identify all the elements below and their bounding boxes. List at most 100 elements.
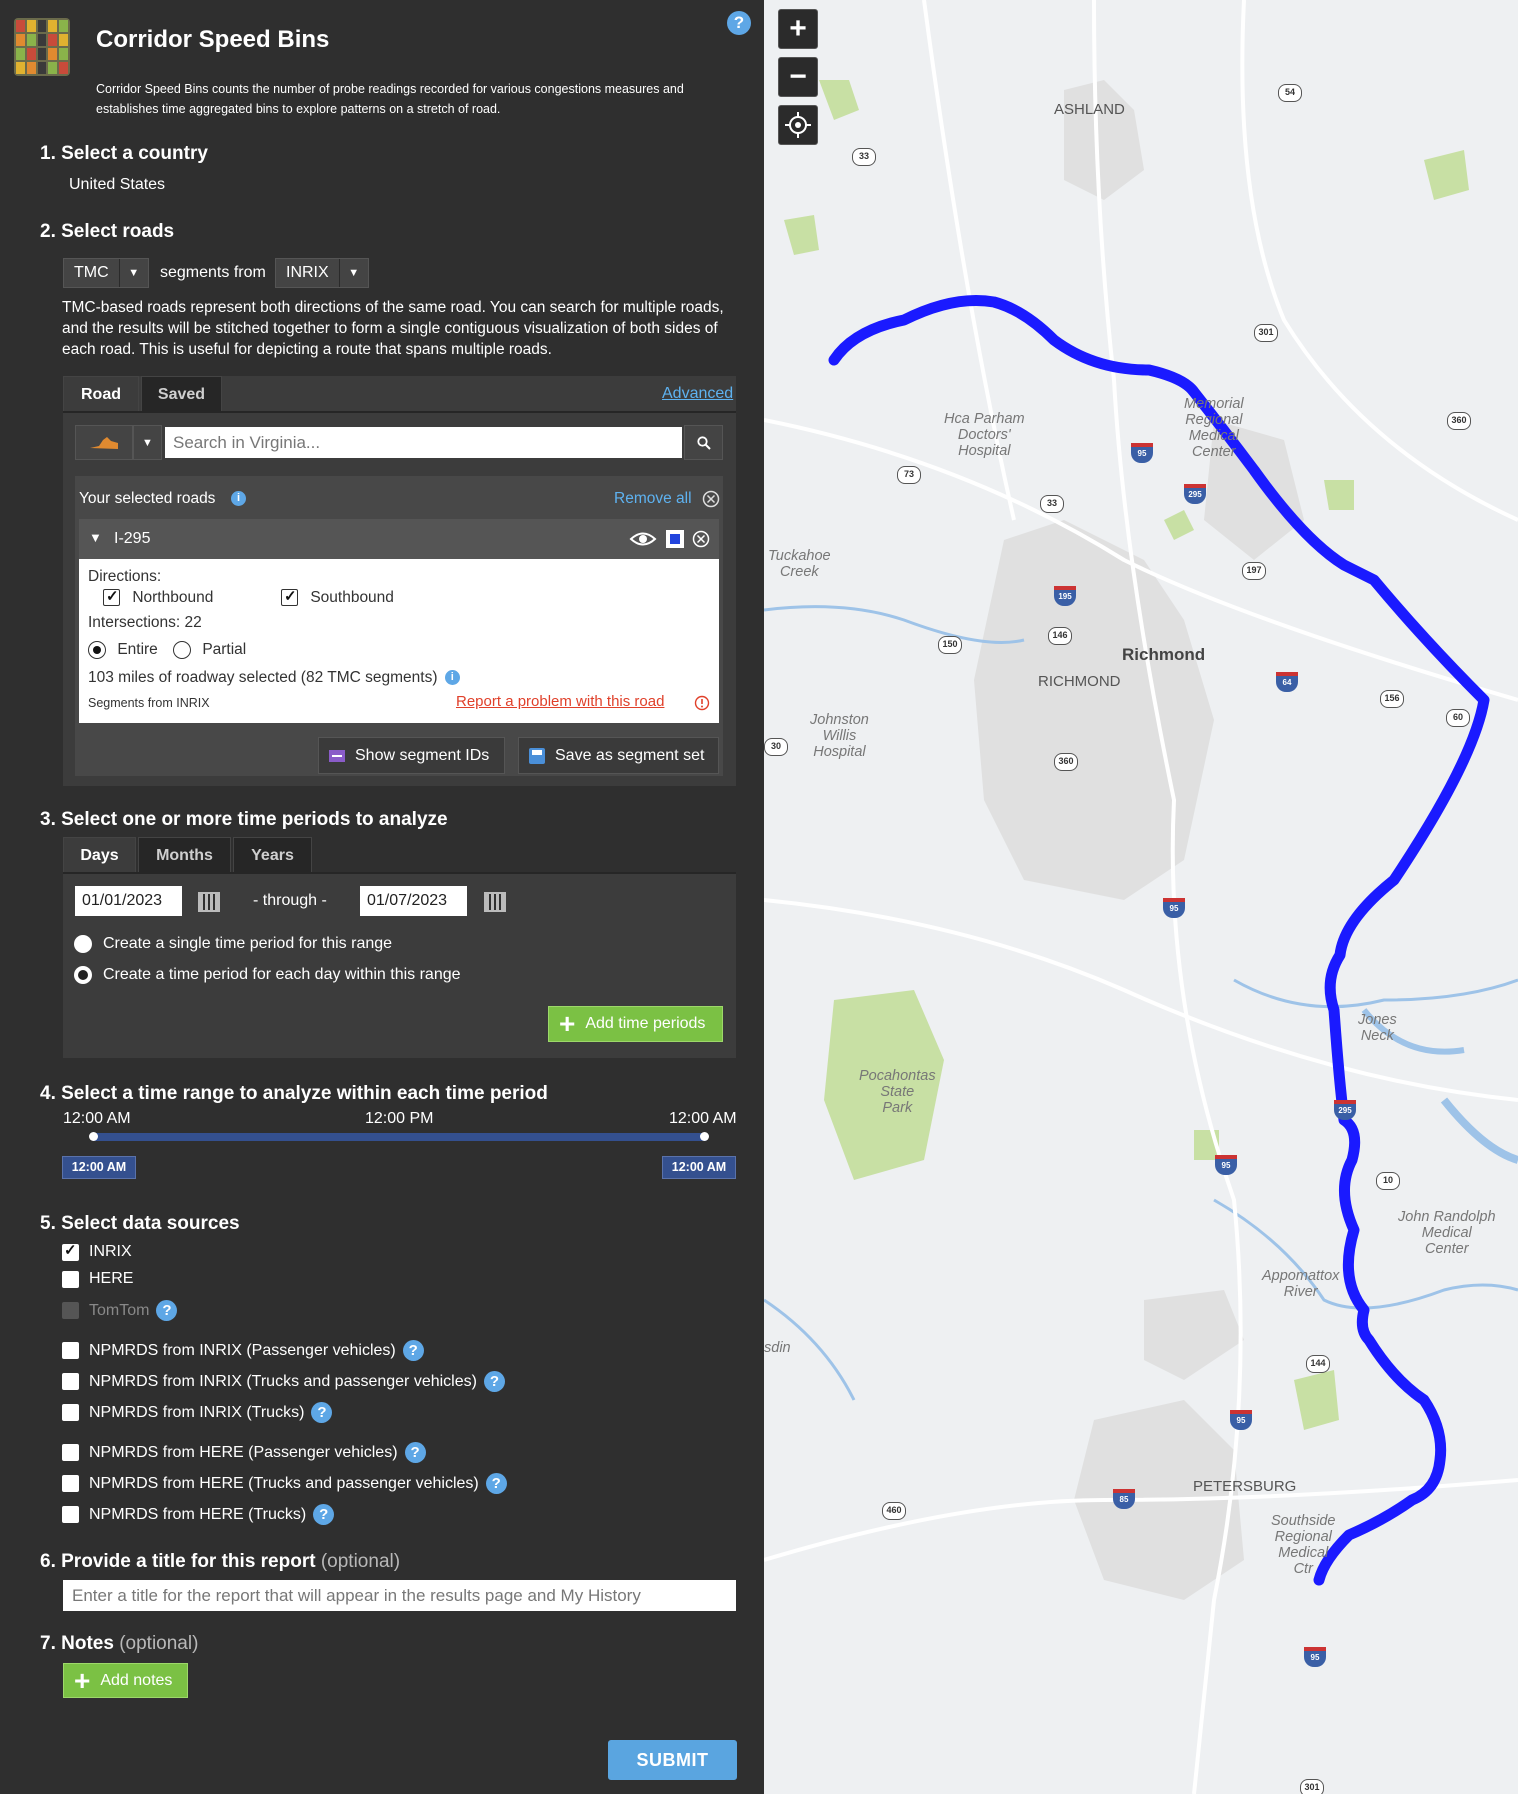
- help-icon[interactable]: ?: [485, 1473, 507, 1494]
- segment-type-select[interactable]: TMC ▼: [63, 258, 149, 288]
- start-time-badge: 12:00 AM: [62, 1156, 136, 1179]
- step4-title: 4. Select a time range to analyze within…: [40, 1083, 548, 1104]
- route-shield: 54: [1278, 84, 1302, 102]
- entire-option[interactable]: Entire: [88, 641, 158, 659]
- left-panel: Corridor Speed Bins Corridor Speed Bins …: [0, 0, 764, 1794]
- help-icon[interactable]: ?: [483, 1371, 505, 1392]
- help-icon[interactable]: ?: [313, 1504, 335, 1525]
- map-label-southside: Southside Regional Medical Ctr: [1271, 1513, 1336, 1577]
- add-notes-label: Add notes: [100, 1671, 173, 1689]
- interstate-shield: 95: [1230, 1410, 1252, 1430]
- collapse-triangle-icon[interactable]: ▼: [89, 530, 102, 545]
- slider-handle-start[interactable]: [89, 1132, 98, 1141]
- help-icon[interactable]: ?: [156, 1300, 178, 1321]
- plus-icon: +: [74, 1664, 91, 1696]
- zoom-out-button[interactable]: −: [778, 57, 818, 97]
- help-icon[interactable]: ?: [311, 1402, 333, 1423]
- zoom-in-button[interactable]: +: [778, 9, 818, 49]
- show-segment-ids-button[interactable]: Show segment IDs: [318, 737, 505, 774]
- route-shield: 301: [1300, 1779, 1324, 1794]
- npm-inrix-trucks[interactable]: NPMRDS from INRIX (Trucks)?: [62, 1402, 333, 1423]
- map-label-john-randolph: John Randolph Medical Center: [1398, 1209, 1496, 1257]
- southbound-option[interactable]: Southbound: [281, 587, 394, 607]
- route-shield: 460: [882, 1502, 906, 1520]
- npm-here-trucks-passenger-checkbox[interactable]: [62, 1475, 79, 1492]
- npm-here-trucks-passenger[interactable]: NPMRDS from HERE (Trucks and passenger v…: [62, 1473, 507, 1494]
- close-circle-icon[interactable]: [692, 530, 710, 548]
- search-button[interactable]: [684, 425, 723, 460]
- partial-radio[interactable]: [173, 641, 191, 659]
- single-period-option[interactable]: Create a single time period for this ran…: [74, 935, 392, 953]
- npm-here-passenger-checkbox[interactable]: [62, 1444, 79, 1461]
- tab-years[interactable]: Years: [233, 837, 312, 873]
- single-period-radio[interactable]: [74, 935, 92, 953]
- id-list-icon: [329, 749, 345, 762]
- npm-inrix-trucks-passenger[interactable]: NPMRDS from INRIX (Trucks and passenger …: [62, 1371, 505, 1392]
- zoom-to-road-icon[interactable]: [666, 530, 684, 548]
- northbound-checkbox[interactable]: [103, 587, 120, 607]
- road-search-input[interactable]: Search in Virginia...: [165, 427, 682, 458]
- northbound-option[interactable]: Northbound: [103, 587, 213, 607]
- source-here[interactable]: HERE: [62, 1270, 133, 1288]
- end-date-input[interactable]: 01/07/2023: [360, 886, 467, 916]
- entire-radio[interactable]: [88, 641, 106, 659]
- remove-all-link[interactable]: Remove all: [614, 490, 692, 508]
- info-icon[interactable]: i: [231, 491, 246, 506]
- calendar-icon[interactable]: [198, 892, 220, 912]
- map-view[interactable]: + − ASHLAND Richmond RICHMOND PETERSBURG…: [764, 0, 1518, 1794]
- time-range-slider[interactable]: [92, 1133, 707, 1141]
- map-label-memorial: Memorial Regional Medical Center: [1184, 396, 1244, 460]
- npm-here-trucks[interactable]: NPMRDS from HERE (Trucks)?: [62, 1504, 335, 1525]
- help-icon[interactable]: ?: [727, 11, 751, 35]
- locate-button[interactable]: [778, 105, 818, 145]
- save-icon: [529, 747, 545, 764]
- here-checkbox[interactable]: [62, 1270, 79, 1288]
- source-inrix[interactable]: INRIX: [62, 1241, 132, 1261]
- tick-mid: 12:00 PM: [365, 1110, 434, 1127]
- npm-inrix-passenger-checkbox[interactable]: [62, 1342, 79, 1359]
- state-select[interactable]: [75, 425, 133, 460]
- country-value[interactable]: United States: [69, 176, 165, 194]
- road-header[interactable]: ▼ I-295: [79, 519, 719, 559]
- advanced-link[interactable]: Advanced: [662, 385, 733, 403]
- chevron-down-icon[interactable]: ▼: [133, 425, 162, 460]
- calendar-icon[interactable]: [484, 892, 506, 912]
- each-day-option[interactable]: Create a time period for each day within…: [74, 966, 461, 984]
- npm-inrix-trucks-passenger-checkbox[interactable]: [62, 1373, 79, 1390]
- route-shield: 33: [1040, 495, 1064, 513]
- add-notes-button[interactable]: + Add notes: [63, 1663, 188, 1698]
- tab-saved[interactable]: Saved: [141, 376, 222, 412]
- info-icon[interactable]: i: [444, 670, 460, 686]
- app-title: Corridor Speed Bins: [96, 26, 330, 53]
- provider-select[interactable]: INRIX ▼: [275, 258, 369, 288]
- inrix-checkbox[interactable]: [62, 1241, 79, 1261]
- partial-option[interactable]: Partial: [173, 641, 246, 659]
- interstate-shield: 295: [1334, 1100, 1356, 1120]
- route-shield: 73: [897, 466, 921, 484]
- each-day-radio[interactable]: [74, 966, 92, 984]
- npm-here-trucks-checkbox[interactable]: [62, 1506, 79, 1523]
- save-segment-set-button[interactable]: Save as segment set: [518, 737, 719, 774]
- tab-months[interactable]: Months: [138, 837, 231, 873]
- slider-handle-end[interactable]: [700, 1132, 709, 1141]
- step6-title: 6. Provide a title for this report (opti…: [40, 1551, 400, 1573]
- southbound-checkbox[interactable]: [281, 587, 298, 607]
- report-problem-link[interactable]: Report a problem with this road: [456, 693, 664, 710]
- submit-button[interactable]: SUBMIT: [608, 1740, 737, 1780]
- npm-inrix-trucks-passenger-label: NPMRDS from INRIX (Trucks and passenger …: [89, 1372, 477, 1390]
- route-line[interactable]: [828, 294, 1490, 1586]
- npm-inrix-passenger[interactable]: NPMRDS from INRIX (Passenger vehicles)?: [62, 1340, 424, 1361]
- close-circle-icon[interactable]: [702, 490, 720, 508]
- tab-days[interactable]: Days: [63, 837, 136, 873]
- tab-road[interactable]: Road: [63, 376, 139, 412]
- help-icon[interactable]: ?: [404, 1442, 426, 1463]
- tomtom-label: TomTom: [89, 1301, 150, 1319]
- add-time-periods-button[interactable]: + Add time periods: [548, 1006, 723, 1042]
- help-icon[interactable]: ?: [402, 1340, 424, 1361]
- report-title-input[interactable]: Enter a title for the report that will a…: [63, 1580, 736, 1611]
- npm-here-passenger[interactable]: NPMRDS from HERE (Passenger vehicles)?: [62, 1442, 426, 1463]
- route-shield: 10: [1376, 1172, 1400, 1190]
- eye-icon[interactable]: [629, 529, 657, 549]
- start-date-input[interactable]: 01/01/2023: [75, 886, 182, 916]
- npm-inrix-trucks-checkbox[interactable]: [62, 1404, 79, 1421]
